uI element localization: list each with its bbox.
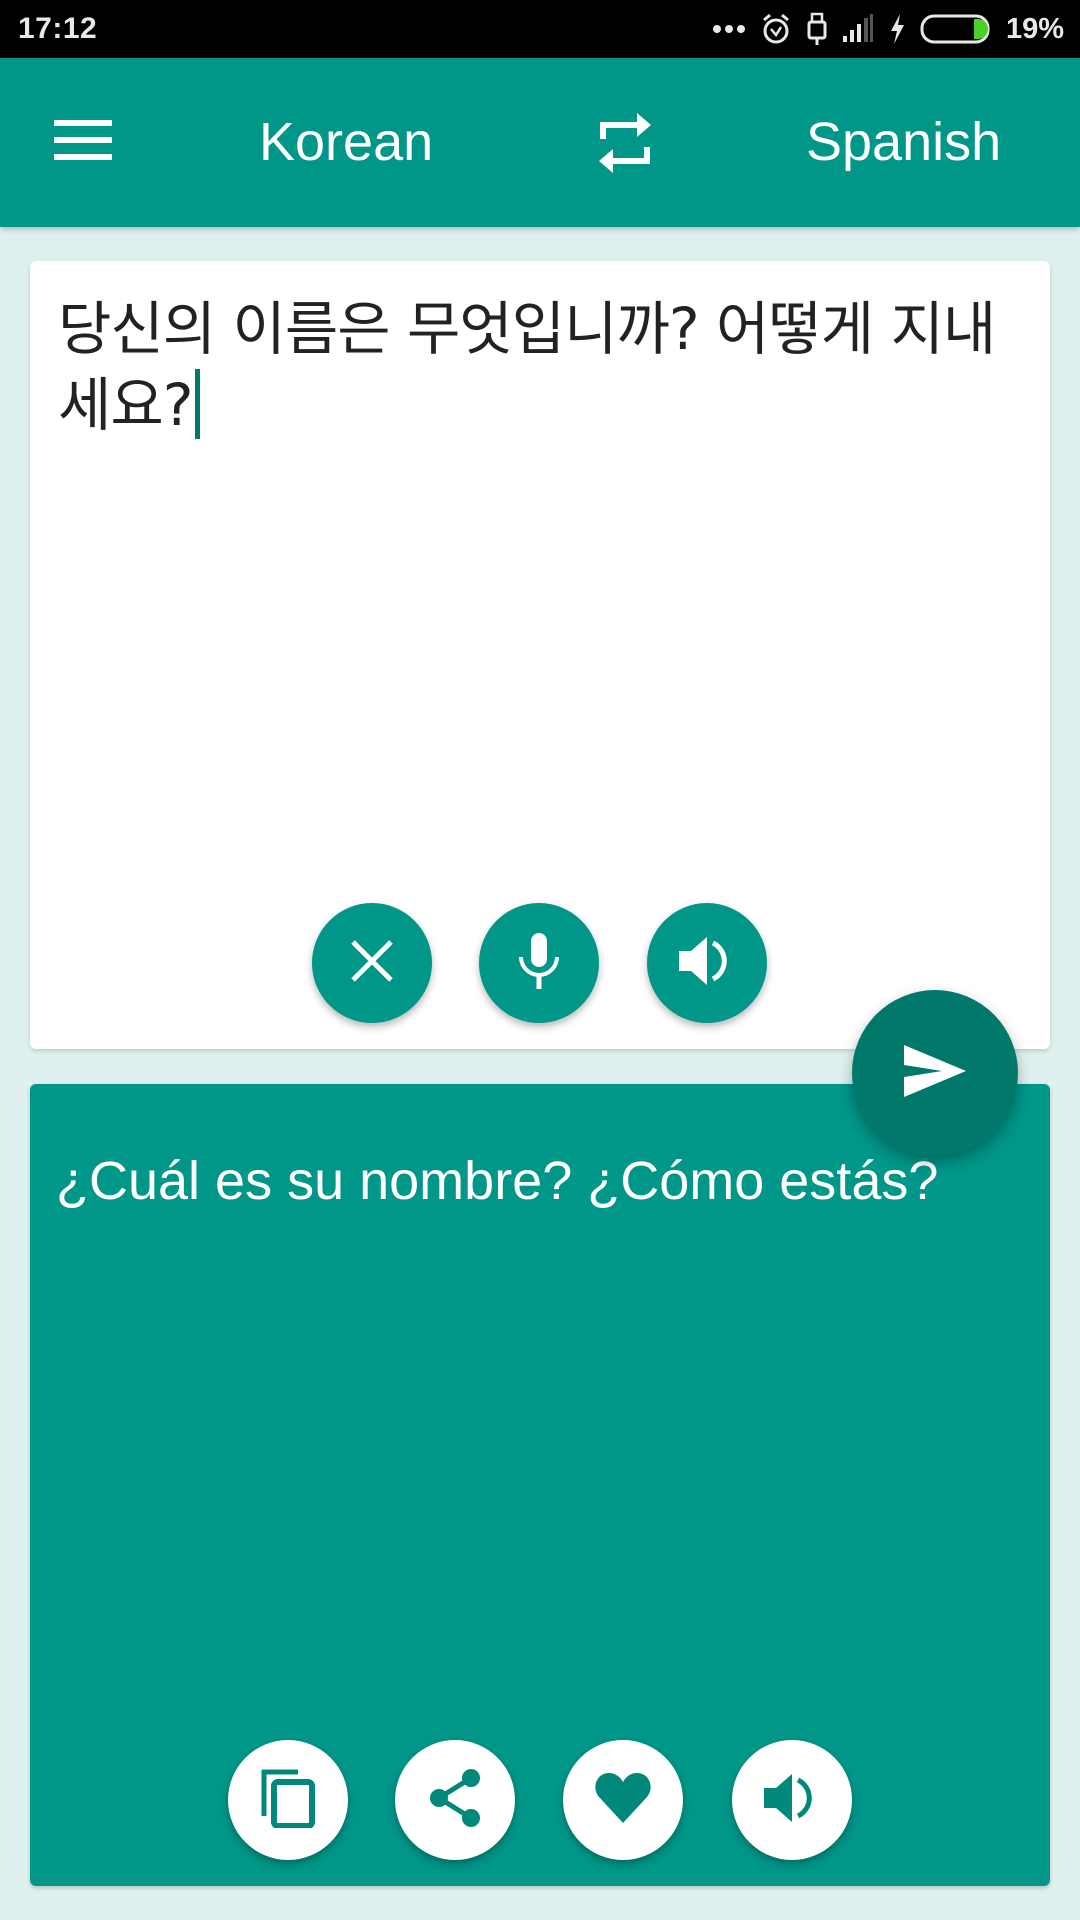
target-language-selector[interactable]: Spanish — [806, 110, 1001, 174]
menu-button[interactable] — [50, 114, 116, 170]
status-bar: 17:12 19% — [0, 0, 1080, 58]
speaker-icon — [677, 933, 737, 994]
copy-button[interactable] — [228, 1740, 348, 1860]
swap-languages-button[interactable] — [590, 110, 660, 180]
translate-button[interactable] — [852, 990, 1018, 1156]
share-button[interactable] — [395, 1740, 515, 1860]
clear-button[interactable] — [312, 903, 432, 1023]
send-icon — [902, 1043, 968, 1104]
status-time: 17:12 — [18, 12, 98, 45]
favorite-button[interactable] — [563, 1740, 683, 1860]
speak-source-button[interactable] — [647, 903, 767, 1023]
battery-percent: 19% — [1005, 12, 1064, 45]
translated-text: ¿Cuál es su nombre? ¿Cómo estás? — [56, 1151, 939, 1211]
alarm-icon — [760, 12, 792, 46]
microphone-button[interactable] — [479, 903, 599, 1023]
speaker-icon — [762, 1770, 822, 1831]
usb-icon — [806, 12, 828, 46]
source-text-input[interactable]: 당신의 이름은 무엇입니까? 어떻게 지내세요? — [58, 291, 1018, 443]
speak-translation-button[interactable] — [732, 1740, 852, 1860]
battery-icon — [920, 14, 992, 44]
input-card: 당신의 이름은 무엇입니까? 어떻게 지내세요? — [30, 261, 1050, 1049]
hamburger-menu-icon — [54, 118, 112, 167]
status-icons: 19% — [712, 8, 1064, 50]
source-language-selector[interactable]: Korean — [259, 110, 433, 174]
text-caret — [194, 369, 200, 439]
heart-icon — [594, 1771, 652, 1830]
more-dots-icon — [712, 23, 746, 35]
close-icon — [349, 938, 395, 989]
copy-icon — [260, 1768, 316, 1833]
swap-languages-icon — [595, 111, 655, 180]
output-card: ¿Cuál es su nombre? ¿Cómo estás? — [30, 1084, 1050, 1886]
microphone-icon — [515, 931, 563, 996]
share-icon — [427, 1768, 483, 1833]
signal-icon — [842, 14, 874, 44]
charging-icon — [888, 13, 906, 45]
app-bar: Korean Spanish — [0, 58, 1080, 227]
